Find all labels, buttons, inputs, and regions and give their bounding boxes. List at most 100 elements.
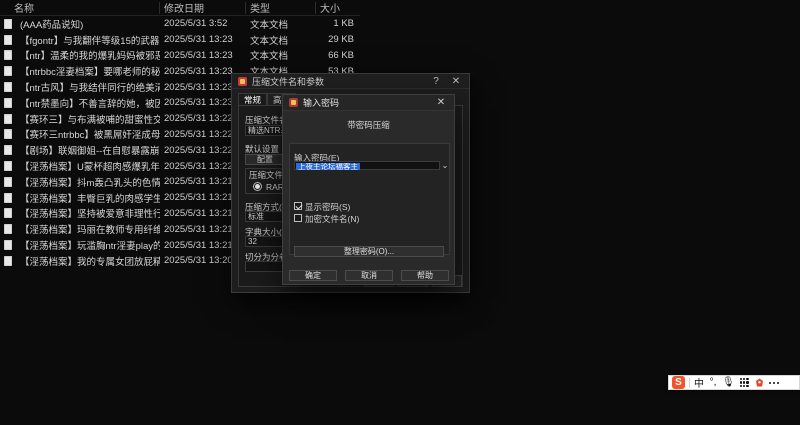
encrypt-filenames-label: 加密文件名(N): [305, 214, 360, 224]
password-dialog-subtitle: 带密码压缩: [347, 120, 390, 130]
method-dropdown[interactable]: 标准: [245, 211, 285, 222]
file-name: 【剧场】联姻御姐--在自慰暴露崩离婚游戏中不…: [20, 146, 160, 158]
close-icon[interactable]: ✕: [434, 95, 448, 111]
file-name: 【淫荡档案】丰臀巨乳的肉感学生天雨亚子沉迷…: [20, 193, 160, 205]
cancel-button[interactable]: 取消: [345, 270, 393, 281]
file-size: 66 KB: [328, 49, 354, 61]
file-name: 【赛环三ntrbbc】被黑屌奸淫成母猪便器学校…: [20, 130, 160, 142]
file-modified-date: 2025/5/31 13:23: [164, 49, 233, 61]
file-size: 29 KB: [328, 34, 354, 46]
file-icon-glyph: [4, 240, 12, 251]
archive-name-field[interactable]: 精选NTR系列: [245, 125, 285, 136]
close-icon[interactable]: ✕: [449, 74, 463, 89]
file-name: 【赛环三】与布满被哺的甜蜜性交，将其肉成精…: [20, 114, 160, 126]
column-date-header[interactable]: 修改日期: [160, 0, 246, 16]
skin-icon[interactable]: [754, 377, 765, 388]
password-dialog: 输入密码 ✕ 带密码压缩 输入密码(E) 上夜主论坛福客主 ⌄ 显示密码(S) …: [282, 94, 455, 285]
column-type-label: 类型: [250, 4, 270, 15]
profile-button[interactable]: 配置: [245, 154, 285, 165]
file-name: 【ntr】温柔的我的爆乳妈妈被邪恶暴徒取!: [20, 51, 160, 63]
file-icon-glyph: [4, 113, 12, 124]
skin-icon-svg: [755, 378, 763, 387]
file-icon-glyph: [4, 161, 12, 172]
password-selected-text: 上夜主论坛福客主: [296, 163, 360, 170]
file-name: 【fgontr】与我翻伴等级15的武器怎么会中了…: [20, 35, 160, 47]
file-size: 1 KB: [333, 18, 354, 30]
text-file-icon: [0, 142, 16, 158]
file-modified-date: 2025/5/31 3:52: [164, 18, 228, 30]
apps-grid-icon[interactable]: [739, 377, 750, 388]
file-list-header: 名称 修改日期 类型 大小: [0, 0, 360, 16]
file-name: 【淫荡档案】坚持被爱意非理性行为的萌月莉音…: [20, 209, 160, 221]
text-file-icon: [0, 127, 16, 143]
organize-passwords-button[interactable]: 整理密码(O)...: [294, 246, 444, 257]
text-file-icon: [0, 95, 16, 111]
rar-radio[interactable]: [253, 182, 262, 191]
file-name: 【ntr古风】与我结伴同行的绝美清冷大奶姑子…: [20, 83, 160, 95]
text-file-icon: [0, 253, 16, 269]
ime-punctuation[interactable]: °,: [708, 376, 718, 389]
text-file-icon: [0, 16, 16, 32]
file-type: 文本文档: [250, 51, 289, 63]
file-type: 文本文档: [250, 19, 289, 31]
show-password-checkbox[interactable]: [294, 202, 302, 210]
file-icon-glyph: [4, 50, 12, 61]
more-dots: [769, 378, 780, 388]
split-volumes-field[interactable]: [245, 261, 285, 272]
file-name: 【淫荡档案】玛丽在教师专用纤维室为汗湿服务…: [20, 225, 160, 237]
ok-button[interactable]: 确定: [289, 270, 337, 281]
text-file-icon: [0, 206, 16, 222]
text-file-icon: [0, 190, 16, 206]
file-icon-glyph: [4, 224, 12, 235]
file-icon-glyph: [4, 145, 12, 156]
file-name: 【ntr禁墨向】不善言辞的她，被因体育游戏而…: [20, 98, 160, 110]
list-item[interactable]: 【fgontr】与我翻伴等级15的武器怎么会中了… 2025/5/31 13:23…: [0, 32, 360, 48]
apps-grid-glyph: [739, 378, 749, 387]
more-icon[interactable]: [769, 377, 780, 388]
text-file-icon: [0, 111, 16, 127]
column-name-header[interactable]: 名称: [0, 0, 160, 16]
column-size-header[interactable]: 大小: [316, 0, 360, 16]
desktop: 名称 修改日期 类型 大小 (AAA药品说知) 2025/5/31 3:52 文本文…: [0, 0, 800, 425]
file-name: 【淫荡档案】抖m轰凸乳头的色情舞蹈日亲面…: [20, 177, 160, 189]
file-icon-glyph: [4, 192, 12, 203]
file-name: 【淫荡档案】U蒙杯超肉感爆乳年娘——哪野…: [20, 162, 160, 174]
file-icon-glyph: [4, 208, 12, 219]
file-icon-glyph: [4, 82, 12, 93]
file-icon-glyph: [4, 66, 12, 77]
show-password-label: 显示密码(S): [305, 202, 351, 212]
column-name-label: 名称: [14, 4, 34, 15]
tab-general[interactable]: 常规: [238, 93, 268, 105]
sogou-logo-icon[interactable]: S: [672, 376, 685, 389]
text-file-icon: [0, 48, 16, 64]
text-file-icon: [0, 221, 16, 237]
app-icon: [289, 98, 298, 107]
password-input[interactable]: 上夜主论坛福客主: [294, 161, 440, 170]
list-item[interactable]: (AAA药品说知) 2025/5/31 3:52 文本文档 1 KB: [0, 16, 360, 32]
file-name: 【ntrbbc淫妻档案】要哪老师的秘刃媚娜被巨…: [20, 67, 160, 79]
list-item[interactable]: 【ntr】温柔的我的爆乳妈妈被邪恶暴徒取! 2025/5/31 13:23 文本文档…: [0, 48, 360, 64]
compress-dialog-window-controls: ? ✕: [429, 74, 463, 89]
file-icon-glyph: [4, 129, 12, 140]
ime-toolbar: S 中 °, 🎙: [668, 375, 800, 390]
file-name: (AAA药品说知): [20, 19, 84, 31]
encrypt-filenames-checkbox[interactable]: [294, 214, 302, 222]
file-icon-glyph: [4, 176, 12, 187]
file-icon-glyph: [4, 18, 12, 29]
text-file-icon: [0, 174, 16, 190]
ime-mode[interactable]: 中: [694, 376, 704, 390]
help-button[interactable]: 帮助: [401, 270, 449, 281]
compress-dialog-title: 压缩文件名和参数: [252, 76, 325, 87]
text-file-icon: [0, 158, 16, 174]
file-name: 【淫荡档案】我的专属女团放屁精因变伊吕波…: [20, 256, 160, 268]
help-icon[interactable]: ?: [429, 74, 443, 89]
chevron-down-icon[interactable]: ⌄: [441, 162, 449, 170]
dictionary-size-dropdown[interactable]: 32: [245, 236, 285, 247]
column-type-header[interactable]: 类型: [246, 0, 316, 16]
microphone-icon[interactable]: 🎙: [722, 376, 735, 389]
password-dialog-titlebar: 输入密码 ✕: [283, 95, 454, 111]
text-file-icon: [0, 79, 16, 95]
text-file-icon: [0, 32, 16, 48]
text-file-icon: [0, 63, 16, 79]
file-icon-glyph: [4, 97, 12, 108]
